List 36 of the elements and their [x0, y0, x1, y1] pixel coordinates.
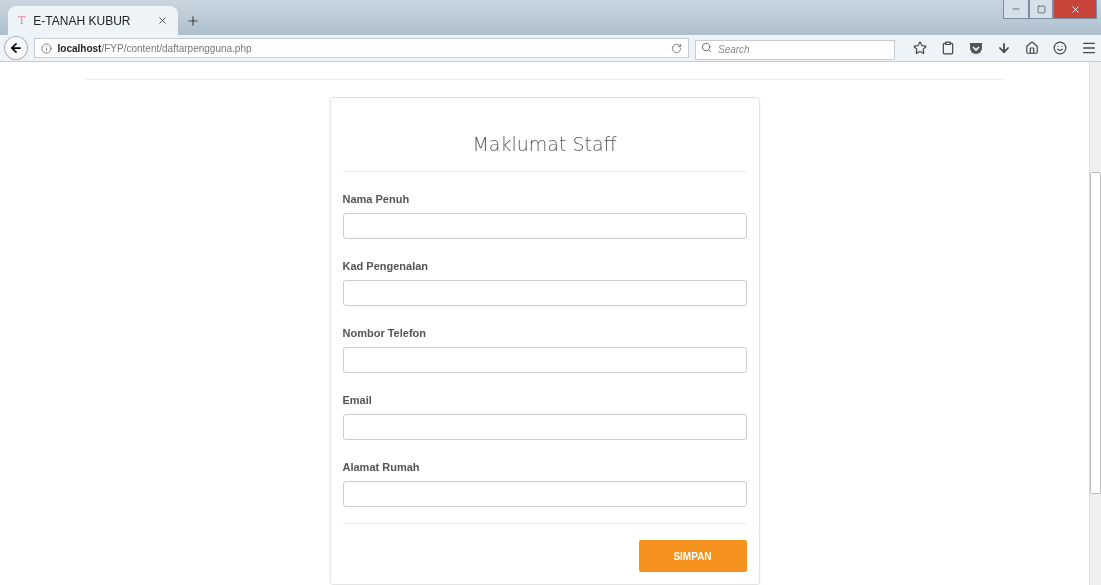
address-bar[interactable]: localhost/FYP/content/daftarpengguna.php [33, 38, 689, 58]
bookmark-star-icon[interactable] [913, 41, 927, 55]
input-field[interactable] [342, 414, 747, 440]
field-label: Nama Penuh [342, 193, 411, 205]
download-icon[interactable] [997, 41, 1011, 55]
clipboard-icon[interactable] [941, 41, 955, 55]
back-button[interactable] [4, 36, 28, 60]
browser-tab[interactable]: T E-TANAH KUBUR [8, 6, 178, 35]
info-icon[interactable] [40, 42, 52, 54]
new-tab-icon[interactable] [186, 14, 200, 28]
home-icon[interactable] [1025, 41, 1039, 55]
field-label: Kad Pengenalan [342, 260, 430, 272]
menu-icon[interactable] [1081, 40, 1097, 56]
maximize-icon [1036, 4, 1046, 14]
input-field[interactable] [342, 280, 747, 306]
search-field[interactable]: Search [695, 39, 895, 60]
close-icon [1069, 3, 1081, 15]
minimize-button[interactable] [1003, 0, 1029, 19]
field-label: Nombor Telefon [342, 327, 427, 339]
smiley-icon[interactable] [1053, 41, 1067, 55]
form-title: Maklumat Staff [342, 98, 747, 172]
url-text: localhost/FYP/content/daftarpengguna.php [57, 42, 253, 54]
maximize-button[interactable] [1029, 0, 1053, 19]
tab-title: E-TANAH KUBUR [33, 13, 132, 28]
shield-icon[interactable] [969, 41, 983, 55]
search-icon [701, 42, 712, 53]
field-label: Email [342, 394, 373, 406]
scrollbar[interactable] [1089, 62, 1101, 585]
input-field[interactable] [342, 481, 747, 507]
close-icon[interactable] [157, 15, 168, 26]
back-arrow-icon [8, 41, 23, 55]
favicon: T [18, 14, 26, 27]
reload-icon[interactable] [671, 42, 682, 54]
input-field[interactable] [342, 347, 747, 373]
input-field[interactable] [342, 213, 747, 239]
field-label: Alamat Rumah [342, 461, 421, 473]
